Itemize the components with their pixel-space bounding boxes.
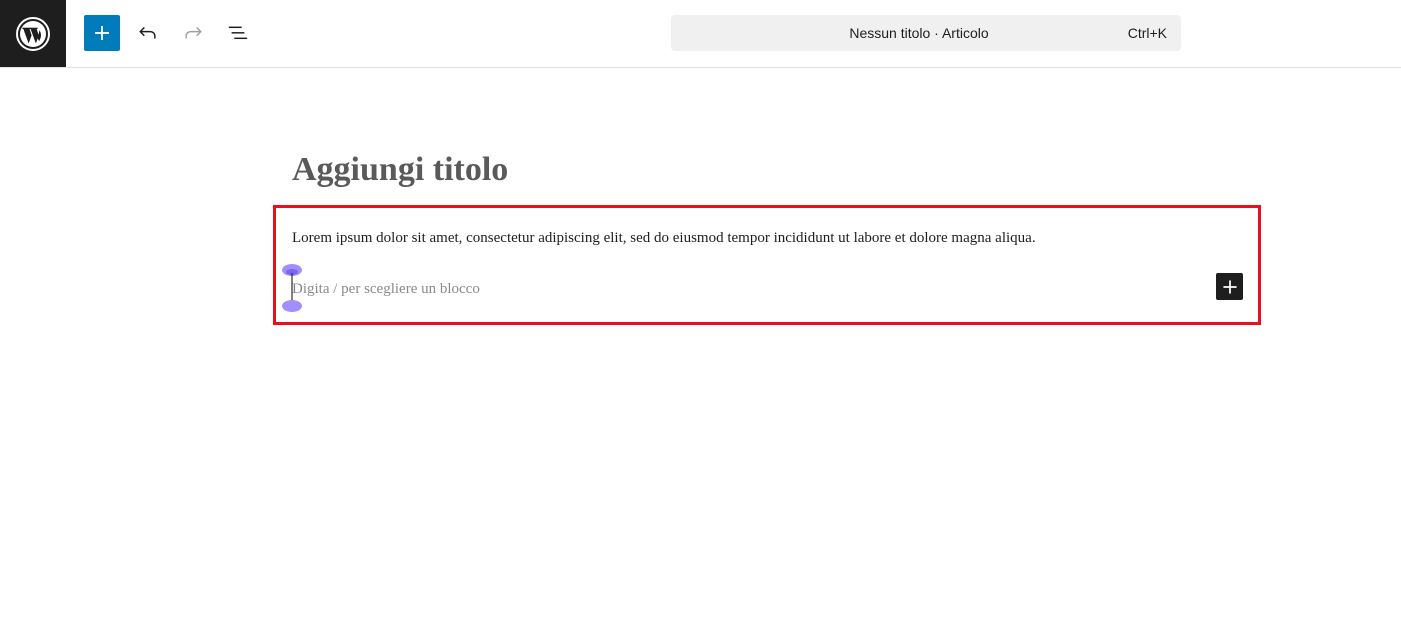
undo-icon xyxy=(139,26,156,39)
command-shortcut-hint: Ctrl+K xyxy=(1127,25,1167,41)
undo-button[interactable] xyxy=(130,15,166,51)
redo-button[interactable] xyxy=(175,15,211,51)
wordpress-logo-button[interactable] xyxy=(0,0,66,67)
plus-icon xyxy=(1222,279,1237,294)
command-palette-bar[interactable]: Nessun titolo · Articolo Ctrl+K xyxy=(671,15,1181,51)
add-block-button[interactable] xyxy=(1216,273,1243,300)
wordpress-logo-icon xyxy=(16,16,50,51)
text-selection-handles[interactable] xyxy=(281,263,305,313)
highlight-annotation-box xyxy=(273,205,1261,325)
editor-toolbar: Nessun titolo · Articolo Ctrl+K xyxy=(0,0,1401,68)
document-title: Nessun titolo · Articolo xyxy=(849,25,989,41)
list-view-button[interactable] xyxy=(220,15,256,51)
empty-block-placeholder[interactable]: Digita / per scegliere un blocco xyxy=(292,279,480,299)
plus-icon xyxy=(95,26,109,40)
paragraph-block[interactable]: Lorem ipsum dolor sit amet, consectetur … xyxy=(292,228,1036,248)
redo-icon xyxy=(185,26,202,39)
post-title-input[interactable]: Aggiungi titolo xyxy=(292,150,508,190)
block-inserter-button[interactable] xyxy=(84,15,120,51)
list-view-icon xyxy=(228,26,248,40)
